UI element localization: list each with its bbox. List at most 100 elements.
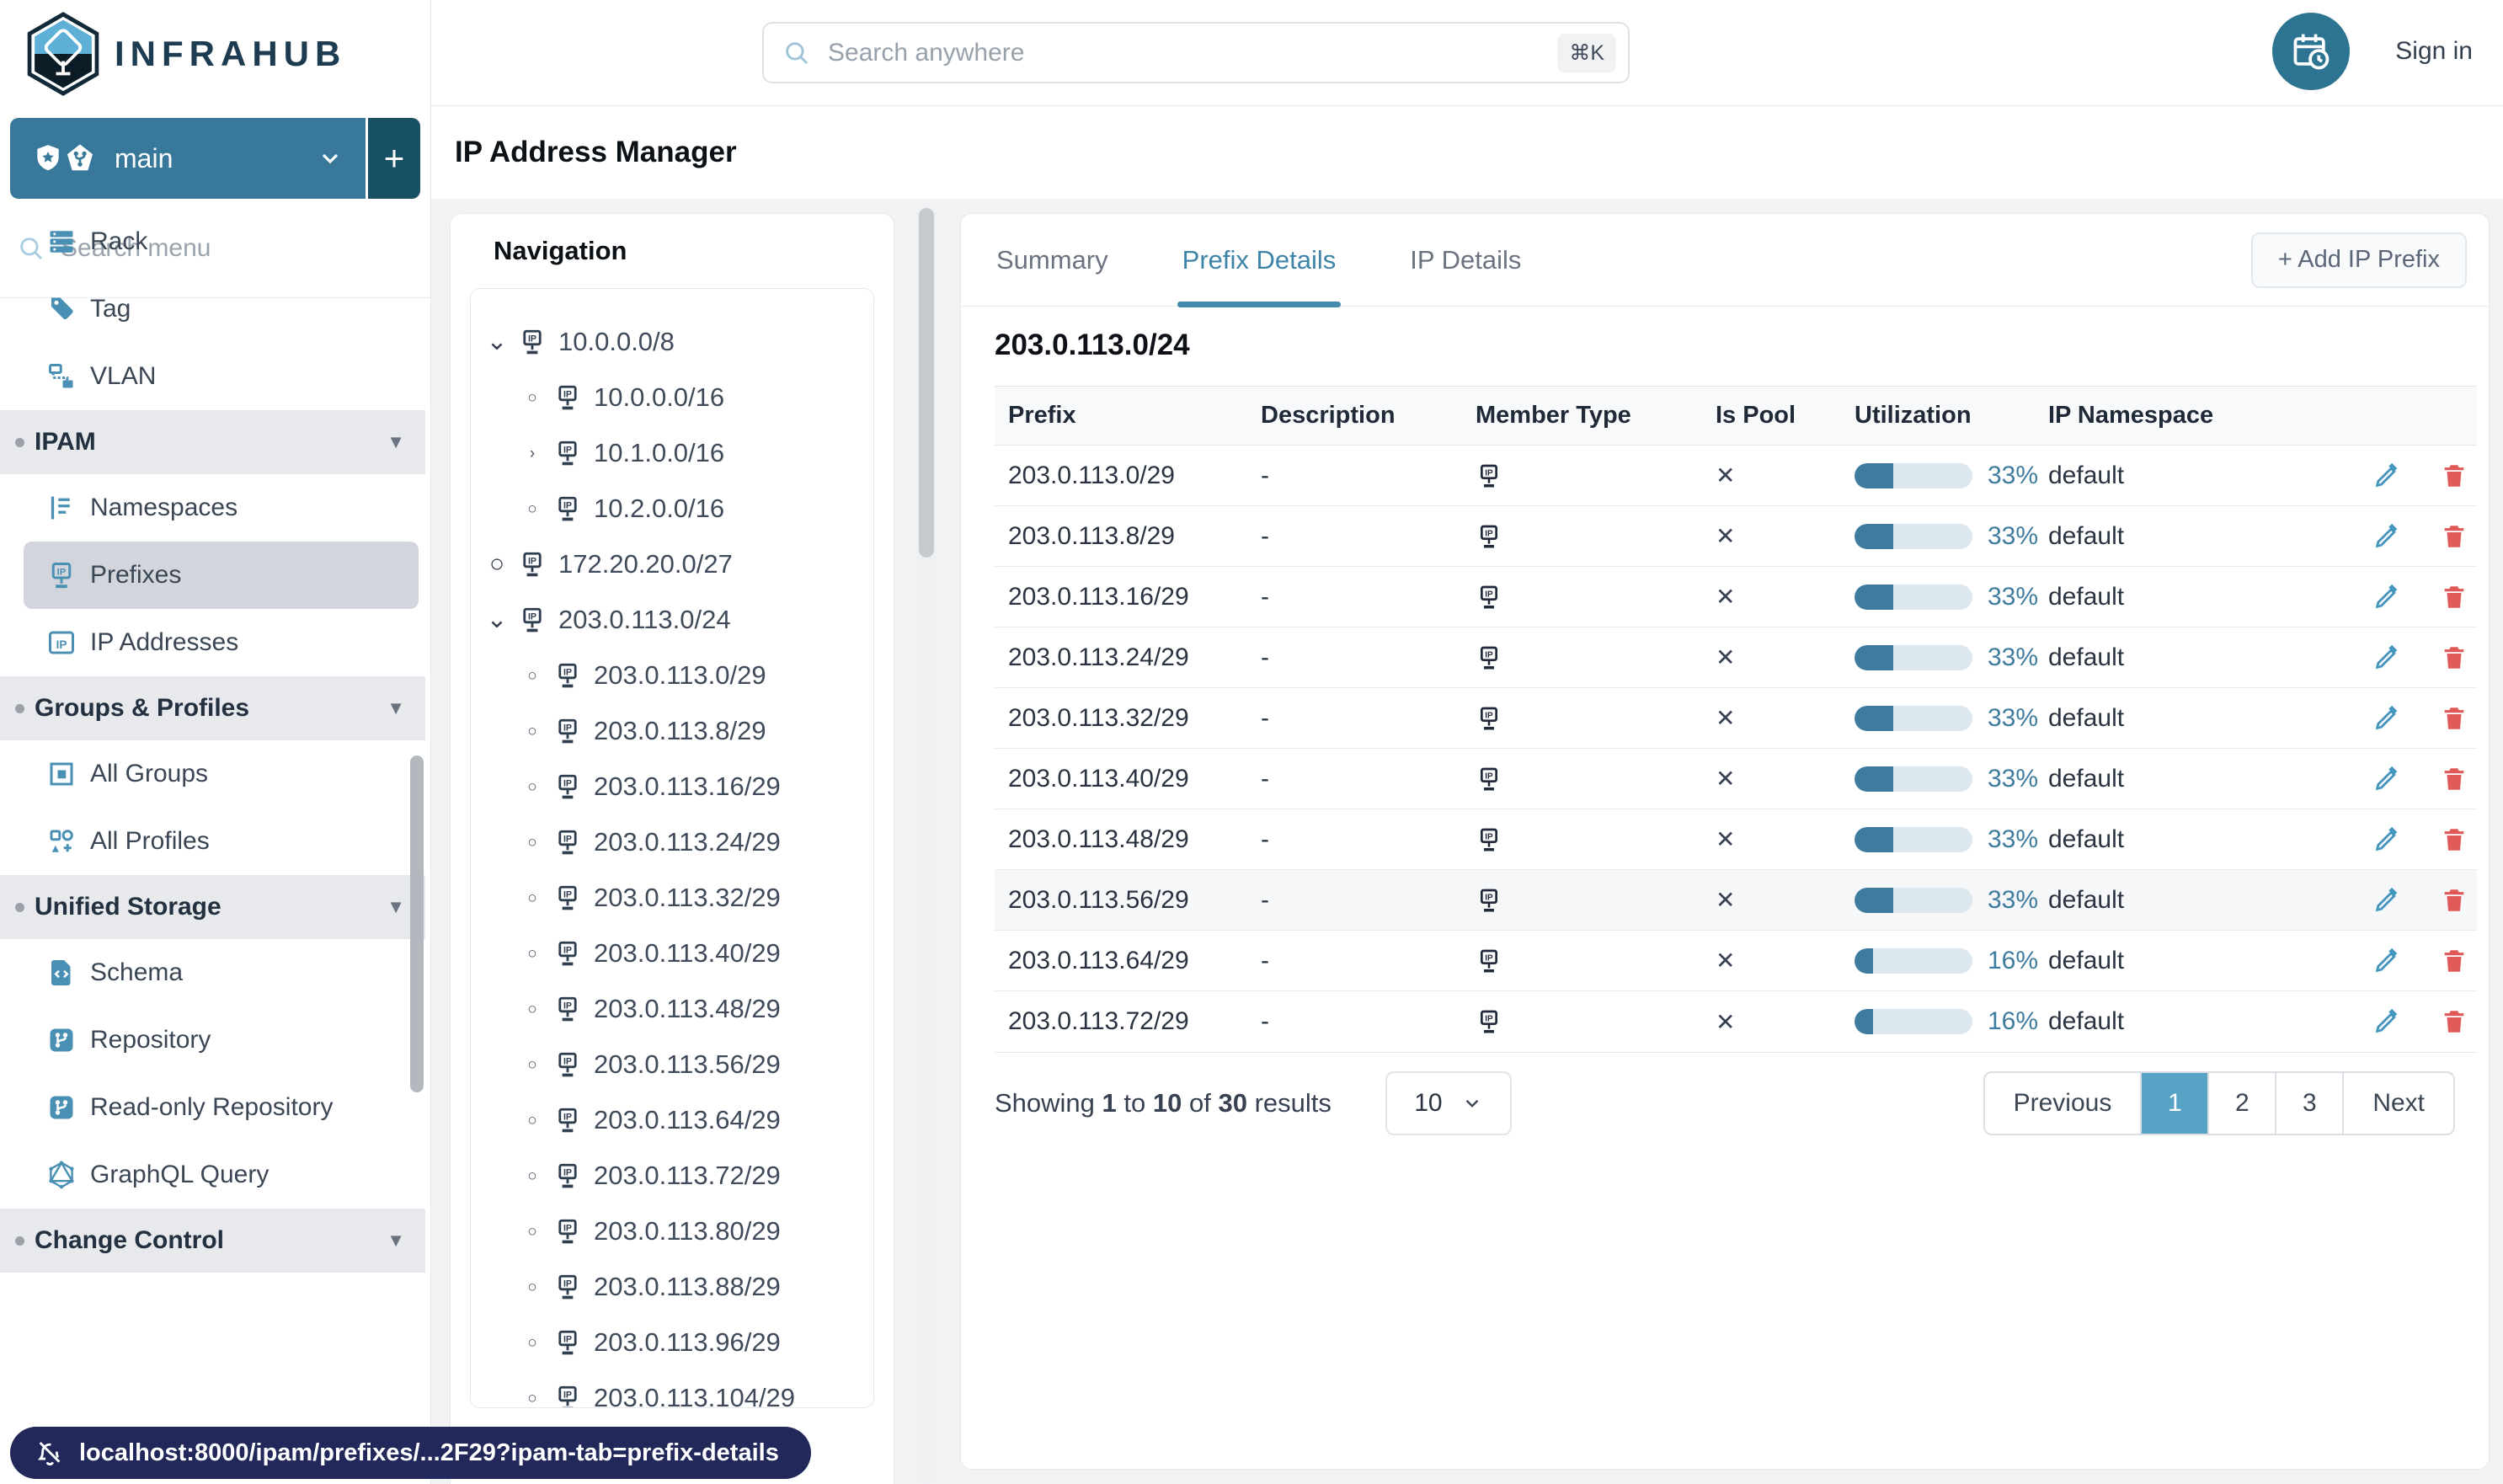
tree-marker-icon[interactable]: ○ [483, 552, 511, 577]
tree-marker-icon[interactable]: ⌄ [483, 329, 511, 355]
tree-item[interactable]: › IP 10.1.0.0/16 [471, 425, 873, 481]
logo[interactable]: INFRAHUB [0, 0, 430, 108]
sidebar-item-repository[interactable]: Repository [24, 1006, 419, 1074]
table-row[interactable]: 203.0.113.40/29 - IP ✕ 33% default [995, 749, 2477, 809]
sidebar-item-rack[interactable]: Rack [24, 208, 419, 275]
sidebar-section-groups-profiles[interactable]: Groups & Profiles ▼ [0, 676, 425, 740]
prefix-cell[interactable]: 203.0.113.56/29 [1008, 886, 1261, 915]
tab-prefix-details[interactable]: Prefix Details [1177, 214, 1342, 307]
page-number-button[interactable]: 2 [2207, 1073, 2276, 1134]
tree-marker-icon[interactable]: › [518, 446, 547, 462]
tree-marker-icon[interactable]: ○ [518, 723, 547, 739]
tree-marker-icon[interactable]: ○ [518, 890, 547, 906]
table-row[interactable]: 203.0.113.8/29 - IP ✕ 33% default [995, 506, 2477, 567]
tree-item[interactable]: ○ IP 172.20.20.0/27 [471, 536, 873, 592]
tree-item[interactable]: ○ IP 203.0.113.80/29 [471, 1204, 873, 1259]
next-page-button[interactable]: Next [2342, 1073, 2453, 1134]
prefix-cell[interactable]: 203.0.113.16/29 [1008, 583, 1261, 611]
sidebar-item-namespaces[interactable]: Namespaces [24, 474, 419, 542]
tree-marker-icon[interactable]: ○ [518, 668, 547, 684]
tree-marker-icon[interactable]: ○ [518, 1057, 547, 1073]
sidebar-item-ip-addresses[interactable]: IP IP Addresses [24, 609, 419, 676]
tree-item[interactable]: ⌄ IP 203.0.113.0/24 [471, 592, 873, 648]
table-row[interactable]: 203.0.113.72/29 - IP ✕ 16% default [995, 991, 2477, 1052]
tree-item[interactable]: ○ IP 203.0.113.72/29 [471, 1148, 873, 1204]
table-row[interactable]: 203.0.113.64/29 - IP ✕ 16% default [995, 931, 2477, 991]
sidebar-item-tag[interactable]: Tag [24, 275, 419, 343]
tree-item[interactable]: ○ IP 203.0.113.56/29 [471, 1037, 873, 1092]
tab-ip-details[interactable]: IP Details [1405, 214, 1526, 307]
tree-marker-icon[interactable]: ○ [518, 390, 547, 406]
table-row[interactable]: 203.0.113.24/29 - IP ✕ 33% default [995, 627, 2477, 688]
table-row[interactable]: 203.0.113.56/29 - IP ✕ 33% default [995, 870, 2477, 931]
edit-icon[interactable] [2372, 825, 2401, 854]
tree-item[interactable]: ○ IP 203.0.113.88/29 [471, 1259, 873, 1315]
edit-icon[interactable] [2372, 947, 2401, 975]
delete-icon[interactable] [2440, 522, 2468, 551]
tree-item[interactable]: ○ IP 203.0.113.104/29 [471, 1370, 873, 1407]
table-row[interactable]: 203.0.113.16/29 - IP ✕ 33% default [995, 567, 2477, 627]
delete-icon[interactable] [2440, 825, 2468, 854]
table-row[interactable]: 203.0.113.48/29 - IP ✕ 33% default [995, 809, 2477, 870]
prefix-cell[interactable]: 203.0.113.72/29 [1008, 1007, 1261, 1036]
sign-in-link[interactable]: Sign in [2395, 37, 2473, 66]
edit-icon[interactable] [2372, 462, 2401, 490]
tree-item[interactable]: ○ IP 203.0.113.16/29 [471, 759, 873, 814]
prefix-cell[interactable]: 203.0.113.0/29 [1008, 462, 1261, 490]
sidebar-item-schema[interactable]: Schema [24, 939, 419, 1006]
previous-page-button[interactable]: Previous [1984, 1073, 2141, 1134]
edit-icon[interactable] [2372, 765, 2401, 793]
tree-item[interactable]: ⌄ IP 10.0.0.0/8 [471, 314, 873, 370]
prefix-cell[interactable]: 203.0.113.40/29 [1008, 765, 1261, 793]
tree-marker-icon[interactable]: ○ [518, 1113, 547, 1129]
tree-item[interactable]: ○ IP 203.0.113.96/29 [471, 1315, 873, 1370]
tree-marker-icon[interactable]: ○ [518, 1391, 547, 1407]
sidebar-section-change-control[interactable]: Change Control ▼ [0, 1209, 425, 1273]
add-branch-button[interactable]: + [368, 118, 420, 199]
delete-icon[interactable] [2440, 947, 2468, 975]
edit-icon[interactable] [2372, 522, 2401, 551]
tree-marker-icon[interactable]: ○ [518, 835, 547, 851]
delete-icon[interactable] [2440, 643, 2468, 672]
tree-scrollbar-thumb[interactable] [919, 208, 934, 558]
tree-marker-icon[interactable]: ○ [518, 946, 547, 962]
edit-icon[interactable] [2372, 886, 2401, 915]
sidebar-item-vlan[interactable]: VLAN [24, 343, 419, 410]
sidebar-item-prefixes[interactable]: IP Prefixes [24, 542, 419, 609]
delete-icon[interactable] [2440, 704, 2468, 733]
delete-icon[interactable] [2440, 583, 2468, 611]
page-size-select[interactable]: 10 [1385, 1071, 1512, 1135]
edit-icon[interactable] [2372, 1007, 2401, 1036]
tree-marker-icon[interactable]: ○ [518, 1224, 547, 1240]
tree-item[interactable]: ○ IP 203.0.113.0/29 [471, 648, 873, 703]
branch-selector[interactable]: main [10, 118, 366, 199]
delete-icon[interactable] [2440, 462, 2468, 490]
tree-marker-icon[interactable]: ○ [518, 1001, 547, 1017]
tree-item[interactable]: ○ IP 10.0.0.0/16 [471, 370, 873, 425]
add-ip-prefix-button[interactable]: + Add IP Prefix [2250, 232, 2467, 288]
tree-marker-icon[interactable]: ○ [518, 501, 547, 517]
tree-marker-icon[interactable]: ○ [518, 779, 547, 795]
tree-item[interactable]: ○ IP 203.0.113.24/29 [471, 814, 873, 870]
sidebar-section-unified-storage[interactable]: Unified Storage ▼ [0, 875, 425, 939]
tree-item[interactable]: ○ IP 203.0.113.40/29 [471, 926, 873, 981]
table-row[interactable]: 203.0.113.0/29 - IP ✕ 33% default [995, 446, 2477, 506]
schedule-button[interactable] [2272, 13, 2350, 90]
tab-summary[interactable]: Summary [991, 214, 1113, 307]
table-row[interactable]: 203.0.113.32/29 - IP ✕ 33% default [995, 688, 2477, 749]
sidebar-item-graphql-query[interactable]: GraphQL Query [24, 1141, 419, 1209]
page-number-button[interactable]: 3 [2275, 1073, 2343, 1134]
delete-icon[interactable] [2440, 886, 2468, 915]
tree-item[interactable]: ○ IP 203.0.113.64/29 [471, 1092, 873, 1148]
edit-icon[interactable] [2372, 704, 2401, 733]
page-number-button[interactable]: 1 [2140, 1073, 2208, 1134]
edit-icon[interactable] [2372, 643, 2401, 672]
tree-item[interactable]: ○ IP 10.2.0.0/16 [471, 481, 873, 536]
prefix-cell[interactable]: 203.0.113.32/29 [1008, 704, 1261, 733]
tree-marker-icon[interactable]: ○ [518, 1335, 547, 1351]
sidebar-item-readonly-repository[interactable]: Read-only Repository [24, 1074, 419, 1141]
tree-marker-icon[interactable]: ○ [518, 1279, 547, 1295]
prefix-cell[interactable]: 203.0.113.8/29 [1008, 522, 1261, 551]
sidebar-scrollbar[interactable] [410, 755, 424, 1092]
sidebar-item-all-profiles[interactable]: All Profiles [24, 808, 419, 875]
